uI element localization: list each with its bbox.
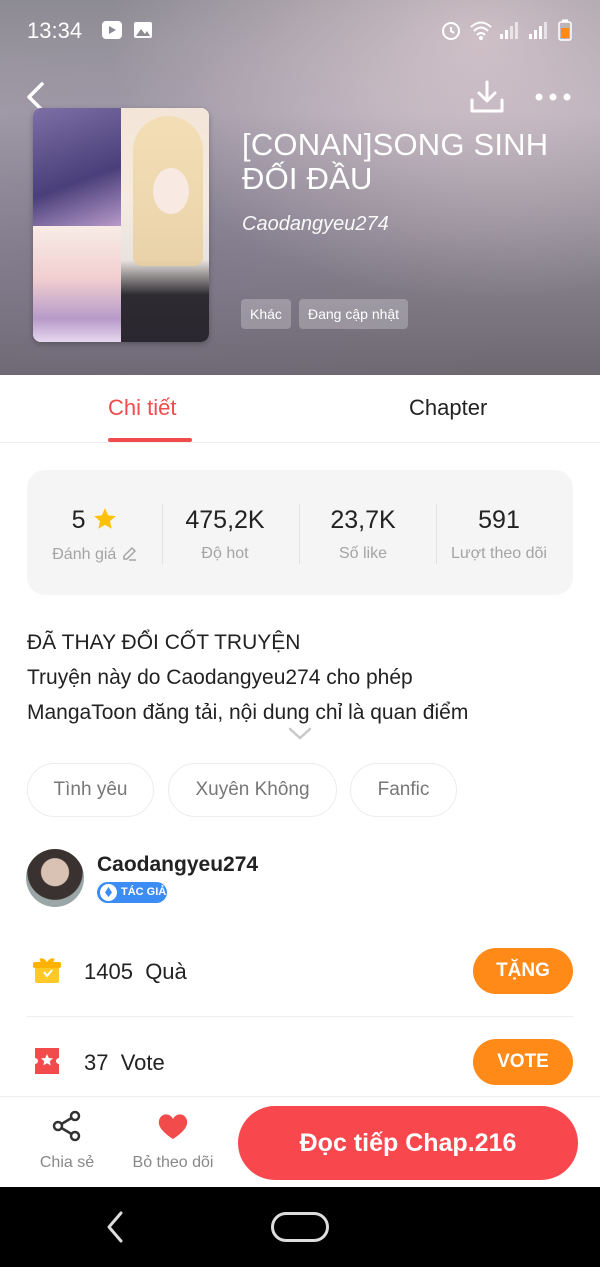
status-bar: 13:34: [0, 0, 600, 62]
stat-label: Độ hot: [201, 545, 249, 562]
stat-label: Đánh giá: [52, 546, 117, 563]
gift-count-unit: Quà: [145, 959, 187, 984]
system-nav-bar: [0, 1187, 600, 1267]
share-button[interactable]: Chia sẻ: [22, 1109, 112, 1172]
signal-icon: [500, 22, 518, 39]
stat-followers: 591 Lượt theo dõi: [431, 506, 567, 563]
vote-count-value: 37: [84, 1050, 109, 1075]
description-line: ĐÃ THAY ĐỔI CỐT TRUYỆN: [27, 631, 301, 654]
stat-label: Lượt theo dõi: [451, 545, 547, 562]
status-chip: Đang cập nhật: [299, 299, 409, 329]
unfollow-button[interactable]: Bỏ theo dõi: [128, 1109, 218, 1172]
bottom-action-bar: Chia sẻ Bỏ theo dõi Đọc tiếp Chap.216: [0, 1096, 600, 1187]
share-icon: [52, 1110, 81, 1142]
author-badge: TÁC GIẢ: [97, 882, 167, 903]
heart-icon: [158, 1114, 188, 1139]
status-time: 13:34: [27, 18, 83, 43]
star-icon: [94, 508, 117, 529]
genre-tag[interactable]: Fanfic: [350, 763, 457, 817]
share-label: Chia sẻ: [39, 1154, 95, 1171]
book-header: 13:34 [CONAN]SONG SINH ĐỐI ĐẦU Caodangye…: [0, 0, 600, 375]
genre-tag[interactable]: Tình yêu: [27, 763, 154, 817]
chevron-down-icon[interactable]: [288, 727, 312, 741]
media-app-icon: [102, 21, 122, 39]
vote-count-unit: Vote: [120, 1050, 165, 1075]
download-icon[interactable]: [468, 78, 506, 116]
stat-likes: 23,7K Số like: [295, 506, 431, 563]
stat-rating[interactable]: 5 Đánh giá: [27, 506, 163, 564]
book-author[interactable]: Caodangyeu274: [242, 213, 389, 236]
tab-indicator: [108, 438, 192, 442]
author-badge-label: TÁC GIẢ: [121, 886, 167, 898]
stat-value: 591: [478, 506, 520, 534]
book-title: [CONAN]SONG SINH ĐỐI ĐẦU: [242, 127, 549, 196]
tab-bar: Chi tiết Chapter: [0, 375, 600, 443]
continue-reading-button[interactable]: Đọc tiếp Chap.216: [238, 1106, 578, 1180]
author-name[interactable]: Caodangyeu274: [97, 853, 258, 877]
description-line: MangaToon đăng tải, nội dung chỉ là quan…: [27, 701, 469, 724]
more-options-icon[interactable]: [533, 82, 573, 112]
divider: [27, 1016, 573, 1017]
stats-panel: 5 Đánh giá 475,2K Độ hot 23,7K Số like 5…: [27, 470, 573, 595]
gift-count: 1405 Quà: [84, 959, 187, 985]
gift-button[interactable]: TẶNG: [473, 948, 573, 994]
battery-icon: [558, 19, 572, 41]
edit-icon: [123, 546, 136, 561]
category-chip: Khác: [241, 299, 291, 329]
stat-value: 475,2K: [185, 506, 265, 534]
description-line: Truyện này do Caodangyeu274 cho phép: [27, 666, 413, 689]
vote-ticket-icon: [35, 1048, 59, 1074]
signal-icon-2: [529, 22, 547, 39]
stat-value: 23,7K: [330, 506, 396, 534]
author-avatar[interactable]: [26, 849, 84, 907]
gift-icon: [33, 958, 61, 983]
nav-home-button[interactable]: [271, 1212, 329, 1242]
stat-value: 5: [71, 506, 86, 534]
vote-button[interactable]: VOTE: [473, 1039, 573, 1085]
book-cover-image: [33, 108, 209, 342]
tab-detail[interactable]: Chi tiết: [108, 395, 176, 421]
unfollow-label: Bỏ theo dõi: [132, 1154, 214, 1171]
tab-chapter[interactable]: Chapter: [409, 395, 487, 421]
gallery-icon: [134, 22, 152, 38]
author-badge-icon: [100, 884, 117, 901]
stat-hot: 475,2K Độ hot: [157, 506, 293, 563]
nav-back-icon[interactable]: [105, 1209, 125, 1245]
gift-count-value: 1405: [84, 959, 133, 984]
stat-label: Số like: [338, 545, 388, 562]
vote-count: 37 Vote: [84, 1050, 165, 1076]
wifi-icon: [470, 21, 492, 40]
alarm-icon: [442, 22, 460, 40]
book-description: ĐÃ THAY ĐỔI CỐT TRUYỆN Truyện này do Cao…: [27, 625, 573, 730]
genre-tag[interactable]: Xuyên Không: [168, 763, 337, 817]
